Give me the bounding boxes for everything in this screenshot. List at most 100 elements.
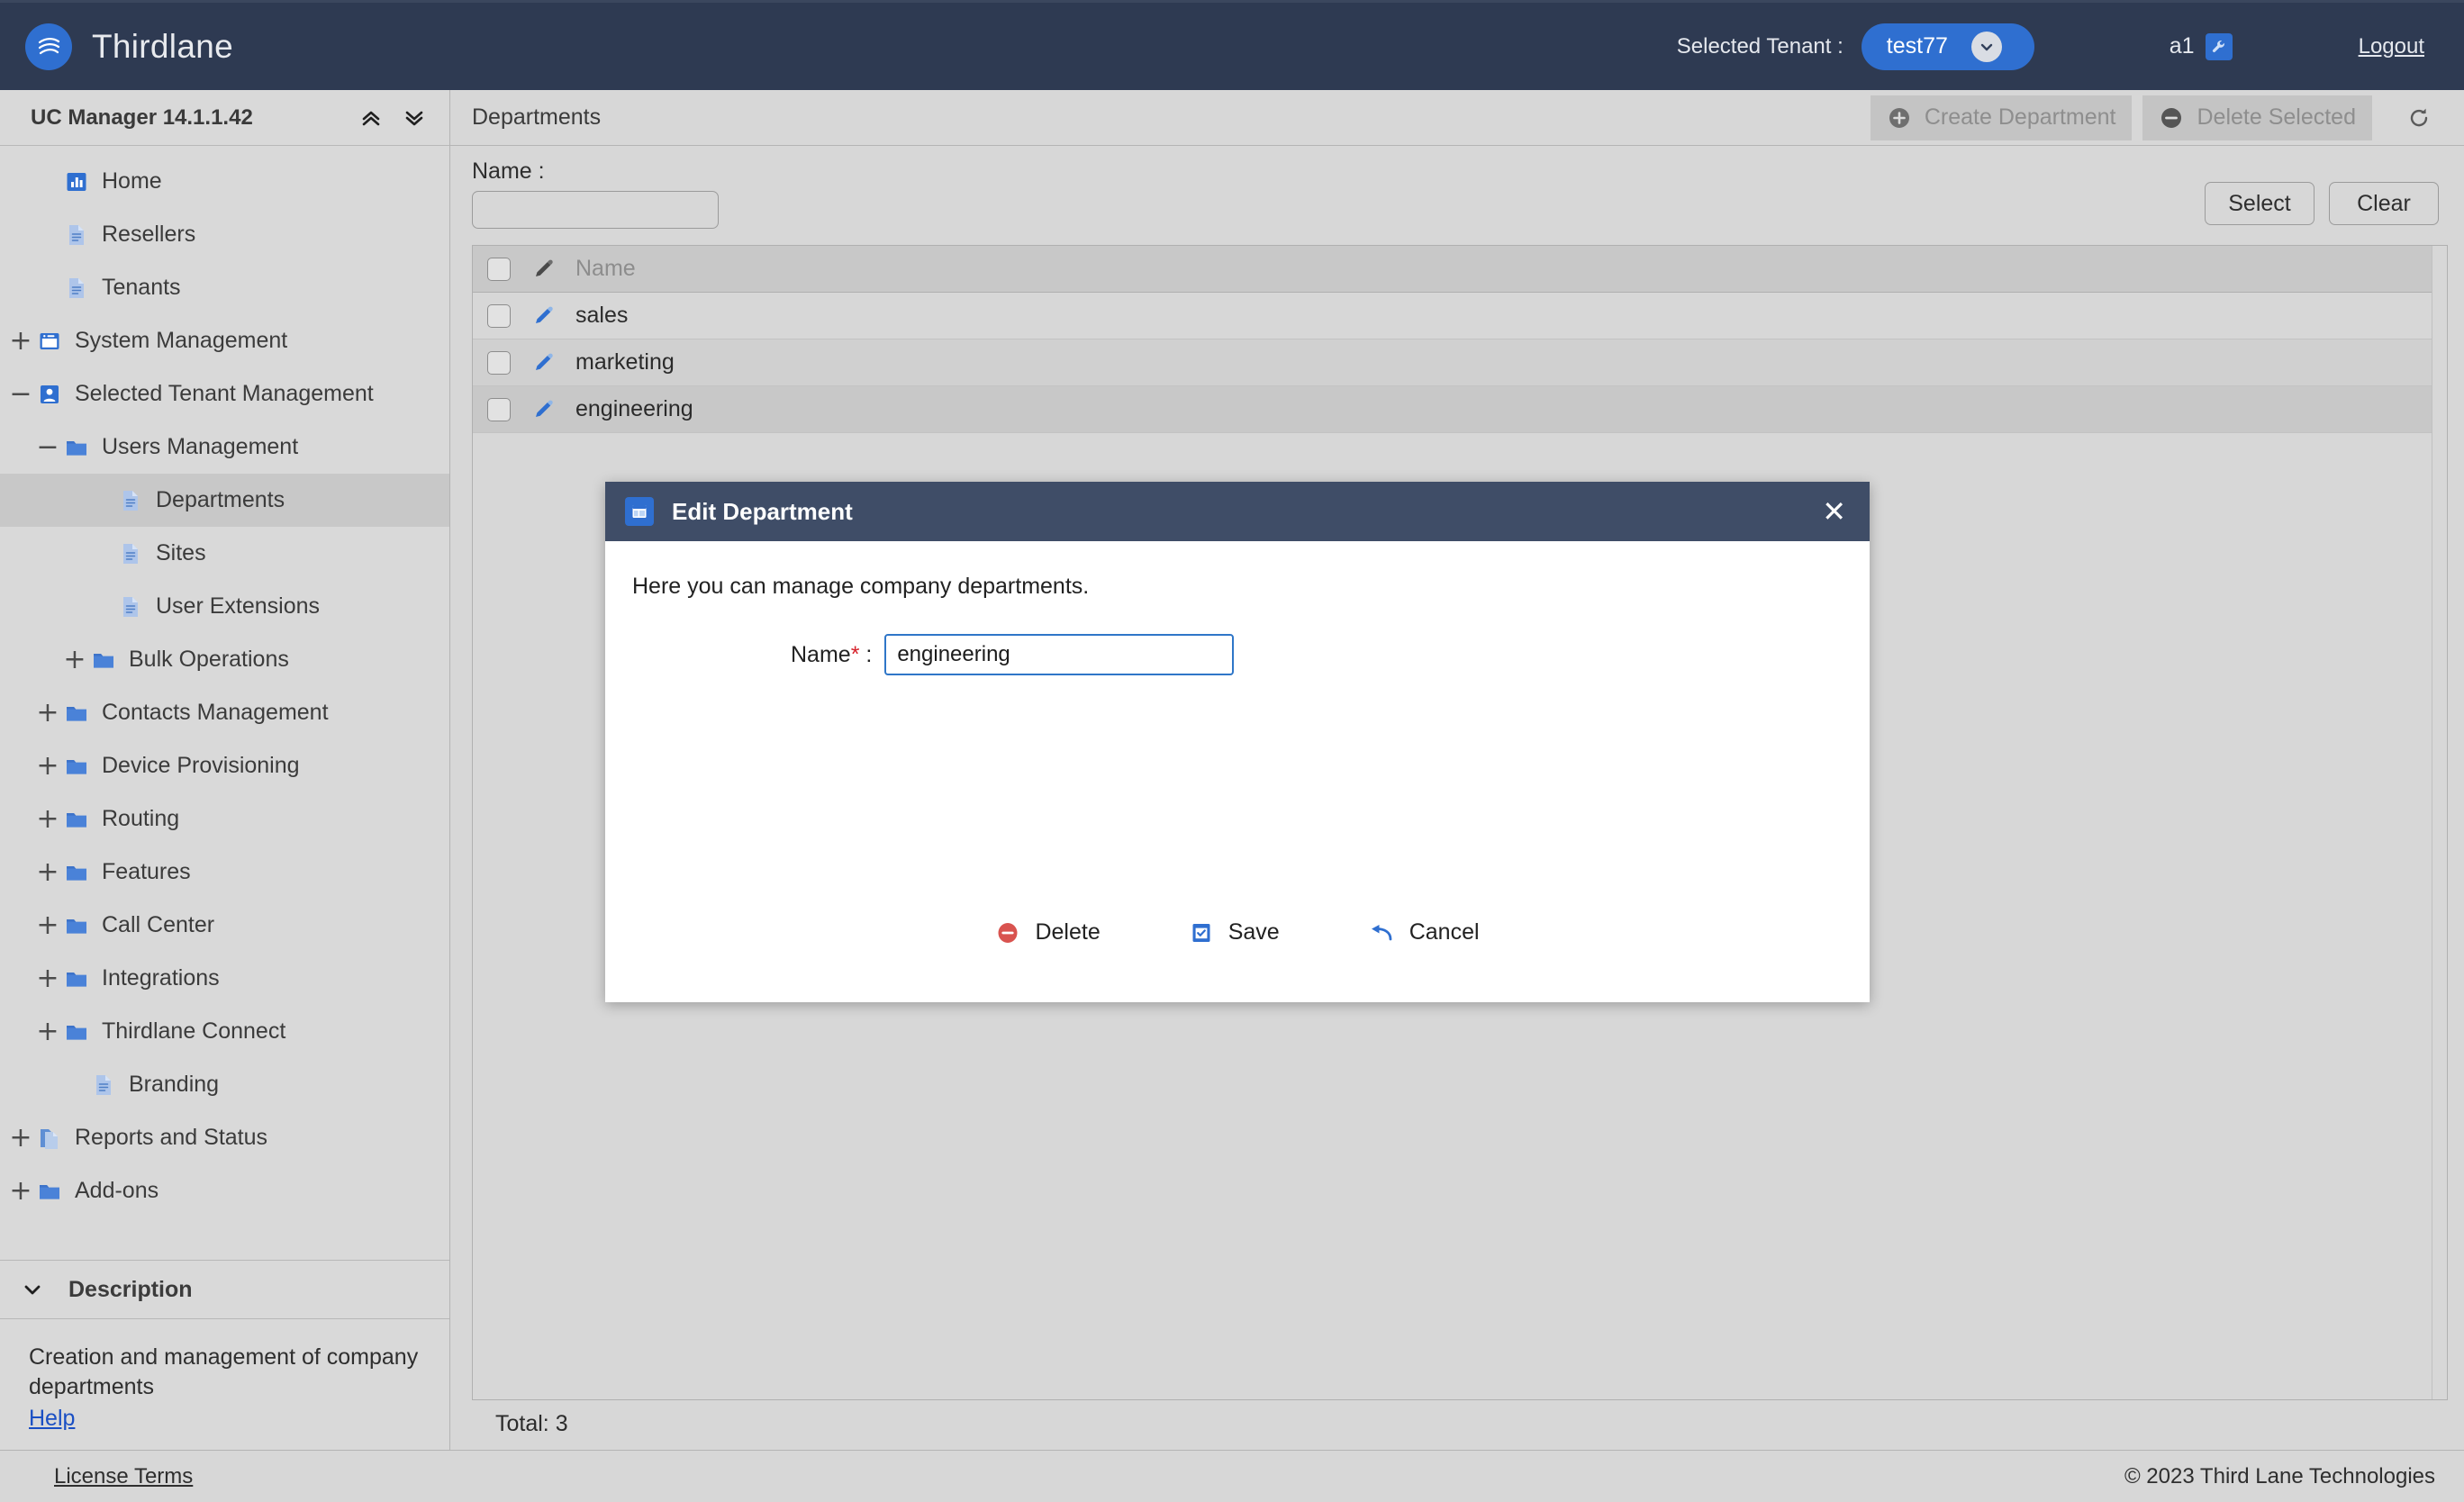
sidebar-item-call-center[interactable]: + Call Center [0, 899, 449, 952]
sidebar-item-users-management[interactable]: − Users Management [0, 421, 449, 474]
sidebar-item-label: Reports and Status [75, 1125, 268, 1150]
window-icon [36, 328, 63, 355]
expand-toggle-icon[interactable]: + [34, 699, 61, 727]
logout-link[interactable]: Logout [2359, 34, 2424, 59]
filter-bar: Name : Select Clear [450, 146, 2464, 238]
sidebar-item-resellers[interactable]: Resellers [0, 208, 449, 261]
sidebar-item-user-extensions[interactable]: User Extensions [0, 580, 449, 633]
sidebar-item-label: System Management [75, 328, 288, 353]
brand-name: Thirdlane [92, 27, 233, 65]
row-checkbox-cell[interactable] [473, 350, 525, 375]
sidebar-item-reports-and-status[interactable]: + Reports and Status [0, 1111, 449, 1164]
pencil-icon[interactable] [525, 304, 563, 328]
name-filter-field: Name : [472, 158, 719, 229]
header-right-group: Selected Tenant : test77 a1 Logout [1677, 23, 2424, 70]
sidebar-item-tenants[interactable]: Tenants [0, 261, 449, 314]
sidebar-item-selected-tenant-management[interactable]: − Selected Tenant Management [0, 367, 449, 421]
collapse-toggle-icon[interactable]: − [7, 380, 34, 408]
minus-circle-icon [2159, 105, 2184, 131]
description-text: Creation and management of company depar… [29, 1344, 419, 1399]
expand-toggle-icon[interactable]: + [34, 858, 61, 886]
user-block[interactable]: a1 [2170, 32, 2233, 60]
pencil-icon[interactable] [525, 351, 563, 375]
collapse-toggle-icon[interactable]: − [34, 433, 61, 461]
sidebar-item-contacts-management[interactable]: + Contacts Management [0, 686, 449, 739]
sidebar-item-label: Bulk Operations [129, 647, 289, 672]
expand-toggle-icon[interactable]: + [7, 1124, 34, 1152]
total-count: Total: 3 [472, 1399, 2448, 1450]
help-link[interactable]: Help [29, 1406, 75, 1432]
sidebar-item-bulk-operations[interactable]: + Bulk Operations [0, 633, 449, 686]
select-button[interactable]: Select [2205, 182, 2315, 225]
sidebar-item-device-provisioning[interactable]: + Device Provisioning [0, 739, 449, 792]
column-header-name[interactable]: Name [563, 256, 636, 282]
expand-toggle-icon[interactable]: + [7, 327, 34, 355]
expand-toggle-icon[interactable]: + [7, 1177, 34, 1205]
folder-icon [63, 912, 90, 939]
sidebar-item-thirdlane-connect[interactable]: + Thirdlane Connect [0, 1005, 449, 1058]
filter-actions: Select Clear [2205, 158, 2439, 225]
row-checkbox-cell[interactable] [473, 397, 525, 421]
pencil-icon[interactable] [525, 398, 563, 421]
table-row[interactable]: sales [473, 293, 2447, 339]
row-checkbox[interactable] [487, 397, 511, 421]
sidebar-item-label: Features [102, 859, 191, 884]
chevrons-up-icon[interactable] [359, 106, 383, 130]
wrench-icon[interactable] [2205, 32, 2233, 60]
sidebar-item-branding[interactable]: Branding [0, 1058, 449, 1111]
tenant-select-value: test77 [1886, 33, 1948, 59]
create-department-label: Create Department [1924, 104, 2116, 130]
folder-icon [63, 806, 90, 833]
folder-icon [90, 647, 117, 674]
save-button[interactable]: Save [1189, 919, 1280, 946]
sidebar-item-home[interactable]: Home [0, 155, 449, 208]
sidebar-title: UC Manager 14.1.1.42 [31, 104, 253, 130]
expand-toggle-icon[interactable]: + [34, 1018, 61, 1045]
refresh-icon[interactable] [2399, 98, 2439, 138]
create-department-button[interactable]: Create Department [1870, 95, 2133, 140]
undo-arrow-icon [1368, 920, 1395, 946]
expand-toggle-icon[interactable]: + [61, 646, 88, 674]
license-terms-link[interactable]: License Terms [54, 1464, 193, 1489]
delete-button[interactable]: Delete [995, 919, 1101, 946]
sidebar-item-add-ons[interactable]: + Add-ons [0, 1164, 449, 1217]
row-checkbox[interactable] [487, 303, 511, 328]
description-section-header[interactable]: Description [0, 1260, 449, 1319]
sidebar-item-label: Routing [102, 806, 180, 831]
expand-toggle-icon[interactable]: + [34, 964, 61, 992]
dialog-title-bar: Edit Department ✕ [605, 482, 1870, 541]
sidebar-item-departments[interactable]: Departments [0, 474, 449, 527]
row-checkbox-cell[interactable] [473, 303, 525, 328]
brand: Thirdlane [25, 23, 233, 70]
expand-toggle-icon[interactable]: + [34, 911, 61, 939]
application-window: Thirdlane Selected Tenant : test77 a1 Lo… [0, 0, 2464, 1502]
sidebar-item-routing[interactable]: + Routing [0, 792, 449, 846]
chevrons-down-icon[interactable] [403, 106, 426, 130]
select-all-checkbox[interactable] [487, 257, 511, 281]
selected-tenant-label: Selected Tenant : [1676, 33, 1843, 59]
close-icon[interactable]: ✕ [1822, 497, 1846, 526]
sidebar-nav: Home Resellers Tenants + System Management − S… [0, 146, 449, 1260]
select-all-checkbox-cell[interactable] [473, 257, 525, 281]
name-filter-input[interactable] [472, 191, 719, 229]
table-row[interactable]: marketing [473, 339, 2447, 386]
expand-toggle-icon[interactable]: + [34, 752, 61, 780]
name-field-label-text: Name [791, 641, 851, 667]
table-scrollbar[interactable] [2432, 246, 2447, 1399]
table-row[interactable]: engineering [473, 386, 2447, 433]
delete-selected-button[interactable]: Delete Selected [2142, 95, 2372, 140]
cancel-button-label: Cancel [1409, 919, 1480, 945]
sidebar-item-features[interactable]: + Features [0, 846, 449, 899]
sidebar-header: UC Manager 14.1.1.42 [0, 90, 449, 146]
clear-button[interactable]: Clear [2329, 182, 2439, 225]
row-checkbox[interactable] [487, 350, 511, 375]
cancel-button[interactable]: Cancel [1368, 919, 1480, 946]
sidebar-item-sites[interactable]: Sites [0, 527, 449, 580]
tenant-select[interactable]: test77 [1861, 23, 2034, 70]
department-name-input[interactable] [884, 634, 1235, 675]
sidebar-item-integrations[interactable]: + Integrations [0, 952, 449, 1005]
expand-toggle-icon[interactable]: + [34, 805, 61, 833]
sidebar-item-system-management[interactable]: + System Management [0, 314, 449, 367]
description-label: Description [68, 1276, 193, 1302]
document-icon [63, 275, 90, 302]
